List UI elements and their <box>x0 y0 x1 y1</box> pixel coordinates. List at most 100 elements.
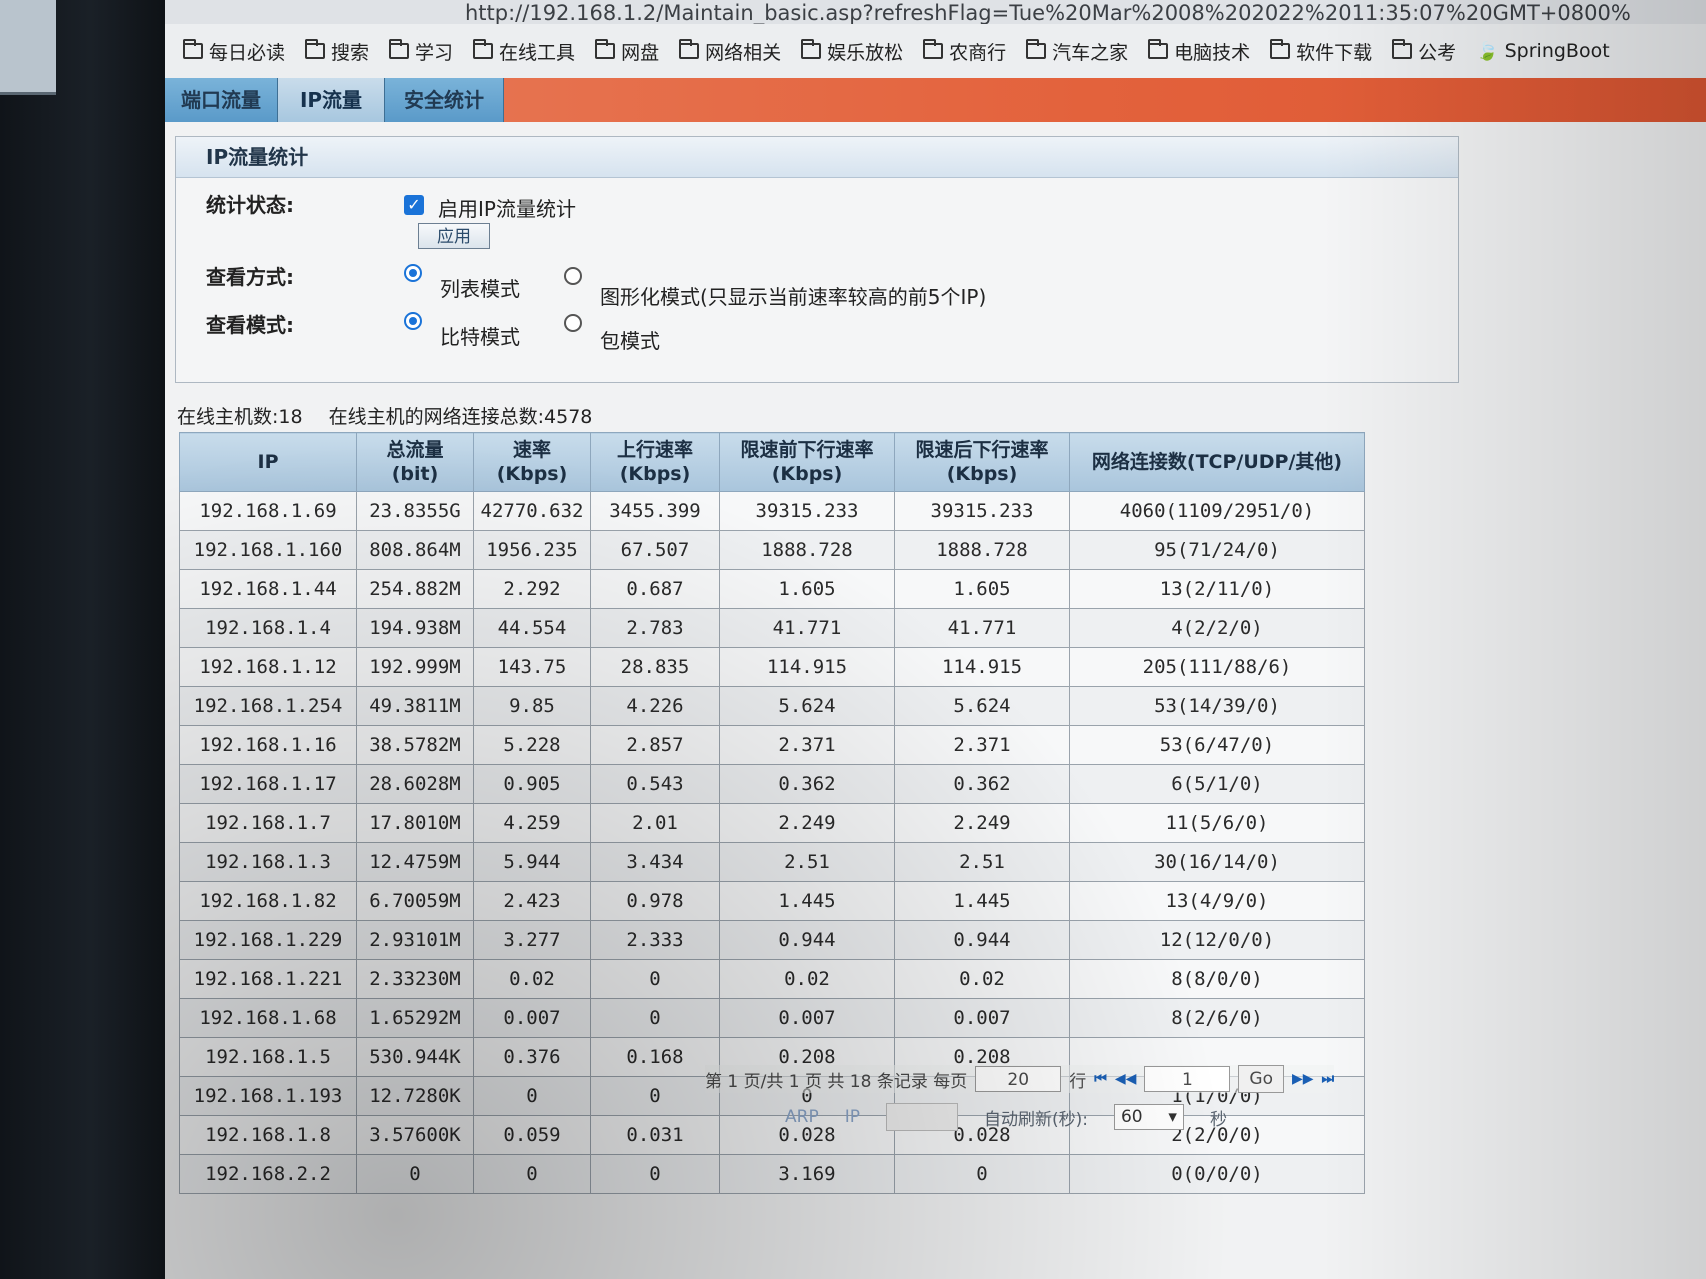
bookmark-label: SpringBoot <box>1504 40 1610 62</box>
table-cell: 4.259 <box>473 803 591 843</box>
bookmark-label: 每日必读 <box>209 41 286 64</box>
bookmark-label: 学习 <box>415 41 454 64</box>
column-header[interactable]: 上行速率 (Kbps) <box>590 432 720 492</box>
bookmark-item[interactable]: 电脑技术 <box>1148 38 1250 65</box>
bookmark-item[interactable]: 网盘 <box>595 38 659 65</box>
address-url[interactable]: http://192.168.1.2/Maintain_basic.asp?re… <box>465 1 1631 25</box>
table-cell: 0.687 <box>590 569 720 609</box>
table-cell: 28.835 <box>590 647 720 687</box>
ip-link[interactable]: IP <box>845 1107 860 1127</box>
bookmark-label: 网盘 <box>621 41 660 64</box>
bookmark-item[interactable]: 软件下载 <box>1270 38 1372 65</box>
bookmark-label: 电脑技术 <box>1174 41 1251 64</box>
table-cell: 0 <box>473 1154 591 1194</box>
table-row: 192.168.1.69 23.8355G 42770.632 3455.399 393… <box>179 491 1365 531</box>
bookmark-item[interactable]: 农商行 <box>923 38 1006 65</box>
table-cell: 808.864M <box>356 530 474 570</box>
table-cell: 4.226 <box>590 686 720 726</box>
column-header[interactable]: 限速后下行速率 (Kbps) <box>894 432 1070 492</box>
bookmark-item[interactable]: 在线工具 <box>473 38 575 65</box>
table-cell: 38.5782M <box>356 725 474 765</box>
tab-ip-traffic[interactable]: IP流量 <box>278 78 385 122</box>
auto-refresh-select[interactable]: 60 ▾ <box>1113 1104 1184 1130</box>
tab-port-traffic[interactable]: 端口流量 <box>165 78 278 122</box>
bookmark-label: 软件下载 <box>1296 41 1373 64</box>
packet-mode-radio[interactable] <box>564 314 582 332</box>
bookmark-item[interactable]: 每日必读 <box>183 38 285 65</box>
table-cell: 2.249 <box>719 803 895 843</box>
list-mode-radio[interactable] <box>404 264 422 282</box>
go-button[interactable]: Go <box>1238 1065 1284 1093</box>
table-row: 192.168.1.160 808.864M 1956.235 67.507 1888.… <box>179 530 1365 570</box>
table-cell: 39315.233 <box>894 491 1070 531</box>
table-row: 192.168.1.254 49.3811M 9.85 4.226 5.624 5.624… <box>179 686 1365 726</box>
per-page-input[interactable]: 20 <box>975 1066 1062 1092</box>
bookmark-item[interactable]: 🍃 SpringBoot <box>1476 40 1609 62</box>
table-cell: 3.277 <box>473 920 591 960</box>
view-mode-label: 查看模式: <box>206 313 294 337</box>
table-cell: 0.905 <box>473 764 591 804</box>
graph-mode-radio[interactable] <box>564 267 582 285</box>
folder-icon <box>801 39 822 59</box>
table-cell: 0.978 <box>590 881 720 921</box>
table-cell: 192.168.1.69 <box>179 491 357 531</box>
table-cell: 3.169 <box>719 1154 895 1194</box>
folder-icon <box>389 39 410 59</box>
refresh-button[interactable] <box>885 1103 958 1131</box>
column-header[interactable]: 总流量 (bit) <box>356 432 474 492</box>
graph-mode-label: 图形化模式(只显示当前速率较高的前5个IP) <box>600 285 987 309</box>
table-cell: 0 <box>590 1076 720 1116</box>
table-cell: 0.168 <box>590 1037 720 1077</box>
apply-button[interactable]: 应用 <box>418 223 490 249</box>
panel-title: IP流量统计 <box>176 137 1458 178</box>
bookmark-item[interactable]: 学习 <box>389 38 453 65</box>
column-header[interactable]: 网络连接数(TCP/UDP/其他) <box>1069 432 1365 492</box>
table-cell: 192.168.1.17 <box>179 764 357 804</box>
column-header[interactable]: 速率 (Kbps) <box>473 432 591 492</box>
table-cell: 30(16/14/0) <box>1069 842 1365 882</box>
table-cell: 13(4/9/0) <box>1069 881 1365 921</box>
table-cell: 114.915 <box>719 647 895 687</box>
table-cell: 2.333 <box>590 920 720 960</box>
next-page-icon[interactable]: ▶▶ <box>1292 1071 1314 1087</box>
bookmark-item[interactable]: 公考 <box>1392 38 1456 65</box>
bookmark-label: 在线工具 <box>499 41 576 64</box>
table-cell: 0 <box>894 1154 1070 1194</box>
table-cell: 192.168.1.82 <box>179 881 357 921</box>
table-row: 192.168.1.221 2.33230M 0.02 0 0.02 0.02 8(8/0/… <box>179 959 1365 999</box>
tab-security-stats[interactable]: 安全统计 <box>385 78 504 122</box>
table-row: 192.168.1.44 254.882M 2.292 0.687 1.605 1.605… <box>179 569 1365 609</box>
address-bar[interactable]: http://192.168.1.2/Maintain_basic.asp?re… <box>165 0 1706 25</box>
first-page-icon[interactable]: ⏮ <box>1094 1071 1107 1087</box>
last-page-icon[interactable]: ⏭ <box>1322 1071 1335 1087</box>
table-cell: 1.445 <box>894 881 1070 921</box>
column-header[interactable]: 限速前下行速率 (Kbps) <box>719 432 895 492</box>
table-cell: 2.371 <box>894 725 1070 765</box>
table-cell: 192.168.1.12 <box>179 647 357 687</box>
column-header[interactable]: IP <box>179 432 357 492</box>
table-cell: 41.771 <box>894 608 1070 648</box>
online-summary: 在线主机数:18 在线主机的网络连接总数:4578 <box>177 402 612 429</box>
bit-mode-radio[interactable] <box>404 312 422 330</box>
enable-ip-stats-label: 启用IP流量统计 <box>438 197 576 221</box>
table-row: 192.168.1.82 6.70059M 2.423 0.978 1.445 1.445… <box>179 881 1365 921</box>
table-cell: 530.944K <box>356 1037 474 1077</box>
auto-refresh-value: 60 <box>1120 1107 1143 1127</box>
table-cell: 2.51 <box>719 842 895 882</box>
bookmark-item[interactable]: 网络相关 <box>679 38 781 65</box>
table-cell: 0.362 <box>894 764 1070 804</box>
bookmark-item[interactable]: 汽车之家 <box>1026 38 1128 65</box>
page-number-input[interactable]: 1 <box>1144 1066 1231 1092</box>
prev-page-icon[interactable]: ◀◀ <box>1115 1071 1137 1087</box>
table-cell: 53(6/47/0) <box>1069 725 1365 765</box>
bottom-toolbar: ARP IP 自动刷新(秒): 60 ▾ 秒 <box>785 1103 1227 1131</box>
bookmark-item[interactable]: 娱乐放松 <box>801 38 903 65</box>
table-cell: 12.7280K <box>356 1076 474 1116</box>
table-cell: 42770.632 <box>473 491 591 531</box>
table-cell: 2.857 <box>590 725 720 765</box>
chevron-down-icon: ▾ <box>1168 1107 1177 1127</box>
bookmark-item[interactable]: 搜索 <box>305 38 369 65</box>
table-cell: 6(5/1/0) <box>1069 764 1365 804</box>
arp-link[interactable]: ARP <box>785 1107 819 1127</box>
enable-ip-stats-checkbox[interactable]: ✓ <box>404 195 424 215</box>
